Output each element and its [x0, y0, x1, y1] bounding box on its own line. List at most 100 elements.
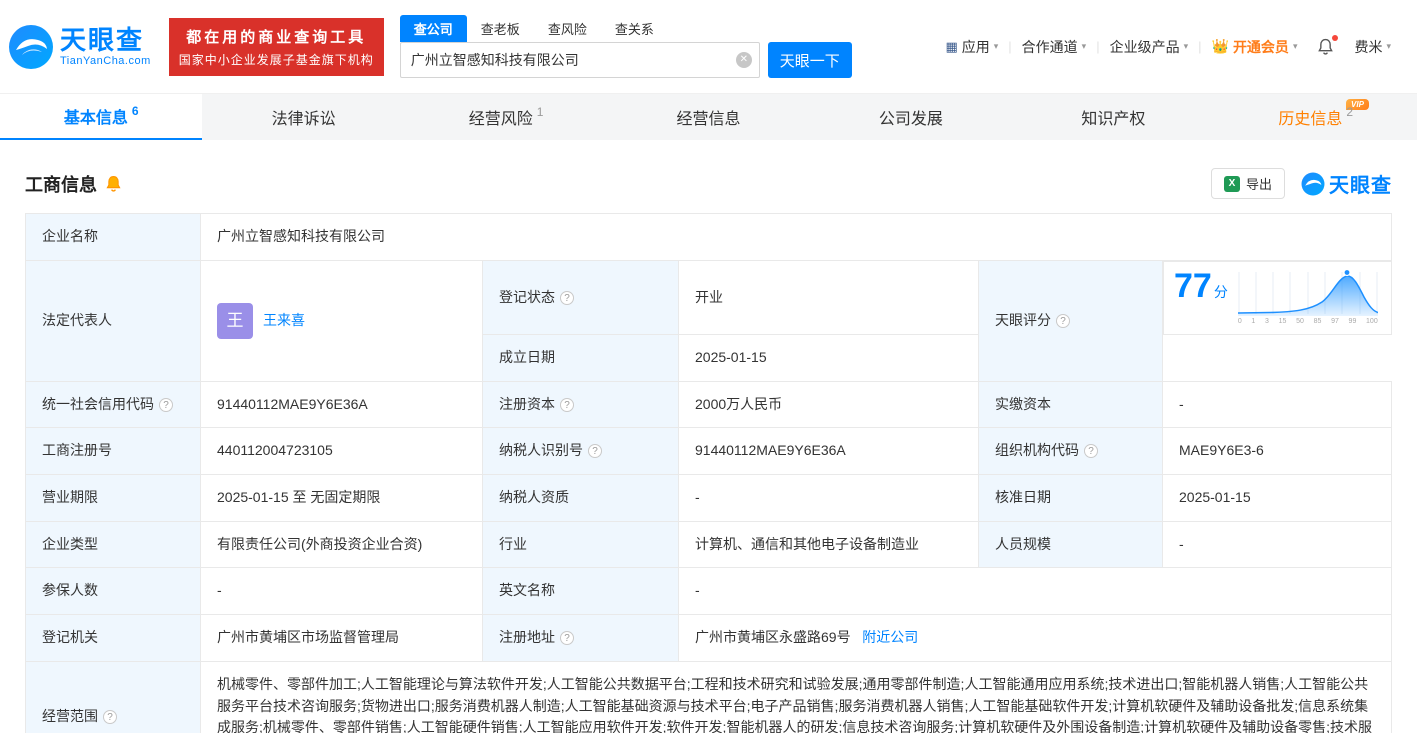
nav-vip-label: 开通会员	[1232, 38, 1289, 55]
score-cell: 77 分 0 1 3 15 50 85 97 99 100	[1163, 260, 1392, 335]
tab-company-development[interactable]: 公司发展	[810, 94, 1012, 140]
field-label: 经营范围?	[25, 660, 201, 733]
tianyancha-logo[interactable]: 天眼查 TianYanCha.com	[8, 24, 151, 70]
slogan-line2: 国家中小企业发展子基金旗下机构	[178, 52, 374, 67]
table-row: 营业期限 2025-01-15 至 无固定期限 纳税人资质 - 核准日期 202…	[25, 474, 1392, 522]
legal-rep-link[interactable]: 王来喜	[263, 310, 305, 332]
help-icon[interactable]: ?	[560, 631, 574, 646]
company-name-value: 广州立智感知科技有限公司	[200, 213, 1392, 261]
search-tab-risk[interactable]: 查风险	[534, 15, 601, 42]
chevron-down-icon: ▾	[1292, 41, 1298, 51]
tab-badge: 6	[131, 104, 139, 118]
tab-label: 知识产权	[1081, 111, 1146, 128]
nav-apps[interactable]: ▦ 应用 ▾	[935, 37, 1008, 57]
taxpayer-id-value: 91440112MAE9Y6E36A	[678, 427, 979, 476]
search-tab-boss[interactable]: 查老板	[467, 15, 534, 42]
table-row: 工商注册号 440112004723105 纳税人识别号? 91440112MA…	[25, 427, 1392, 476]
nav-cooperation-label: 合作通道	[1021, 38, 1078, 55]
help-icon[interactable]: ?	[588, 444, 602, 459]
company-type-value: 有限责任公司(外商投资企业合资)	[200, 520, 483, 569]
field-label: 英文名称	[482, 567, 679, 616]
help-icon[interactable]: ?	[103, 710, 117, 725]
search-button[interactable]: 天眼一下	[767, 42, 852, 78]
avatar: 王	[217, 302, 253, 339]
field-label: 参保人数	[25, 567, 201, 616]
reg-capital-value: 2000万人民币	[678, 380, 979, 429]
help-icon[interactable]: ?	[560, 397, 574, 412]
search-input[interactable]	[399, 42, 760, 78]
tab-history-info[interactable]: VIP 历史信息 2	[1215, 94, 1417, 140]
field-label: 行业	[482, 520, 679, 569]
reg-authority-value: 广州市黄埔区市场监督管理局	[200, 614, 483, 662]
watermark-brand: 天眼查	[1329, 175, 1392, 197]
nav-cooperation[interactable]: 合作通道 ▾	[1012, 37, 1097, 57]
reg-address-value: 广州市黄埔区永盛路69号	[695, 629, 851, 646]
taxpayer-quality-value: -	[678, 474, 979, 522]
score-unit: 分	[1213, 283, 1228, 300]
business-term-value: 2025-01-15 至 无固定期限	[200, 474, 483, 522]
main-content: 工商信息 X 导出 天眼查 企业名称 广州立智感知科技有限公司 法定代表人 王 …	[0, 168, 1417, 733]
tab-intellectual-property[interactable]: 知识产权	[1012, 94, 1214, 140]
field-label: 登记状态?	[482, 259, 679, 336]
nav-vip-membership[interactable]: 👑 开通会员 ▾	[1202, 37, 1308, 57]
notification-dot	[1332, 34, 1339, 41]
approval-date-value: 2025-01-15	[1162, 474, 1392, 522]
help-icon[interactable]: ?	[560, 290, 574, 305]
help-icon[interactable]: ?	[159, 397, 173, 412]
tianyancha-logo-icon	[9, 24, 53, 69]
field-label: 企业类型	[25, 520, 201, 569]
table-row: 参保人数 - 英文名称 -	[25, 567, 1392, 616]
export-label: 导出	[1245, 177, 1272, 192]
score-axis: 0 1 3 15 50 85 97 99 100	[1237, 317, 1378, 325]
nav-enterprise-label: 企业级产品	[1109, 38, 1180, 55]
help-icon[interactable]: ?	[1084, 444, 1098, 459]
top-nav: ▦ 应用 ▾ | 合作通道 ▾ | 企业级产品 ▾ | 👑 开通会员 ▾ 费米 …	[935, 34, 1401, 57]
chevron-down-icon: ▾	[1386, 41, 1391, 51]
search-tab-company[interactable]: 查公司	[399, 15, 467, 42]
reg-status-value: 开业	[678, 259, 979, 336]
excel-icon: X	[1223, 175, 1240, 192]
table-row: 登记机关 广州市黄埔区市场监督管理局 注册地址? 广州市黄埔区永盛路69号 附近…	[25, 614, 1392, 662]
table-row: 统一社会信用代码? 91440112MAE9Y6E36A 注册资本? 2000万…	[25, 380, 1392, 429]
clear-icon[interactable]: ✕	[735, 52, 752, 68]
table-row: 企业类型 有限责任公司(外商投资企业合资) 行业 计算机、通信和其他电子设备制造…	[25, 520, 1392, 569]
field-label: 核准日期	[978, 474, 1163, 522]
tab-legal-proceedings[interactable]: 法律诉讼	[202, 94, 404, 140]
export-button[interactable]: X 导出	[1210, 168, 1285, 199]
notification-bell[interactable]	[1307, 34, 1344, 56]
nav-apps-label: 应用	[961, 38, 990, 55]
field-label: 成立日期	[482, 334, 679, 382]
field-label: 法定代表人	[25, 259, 201, 382]
chevron-down-icon: ▾	[993, 41, 999, 51]
nearby-companies-link[interactable]: 附近公司	[862, 629, 918, 645]
field-label: 登记机关	[25, 614, 201, 662]
search-tabs: 查公司 查老板 查风险 查关系	[399, 15, 852, 42]
org-code-value: MAE9Y6E3-6	[1162, 427, 1392, 476]
logo-brand: 天眼查	[60, 24, 145, 55]
tab-basic-info[interactable]: 基本信息 6	[0, 94, 203, 140]
help-icon[interactable]: ?	[1056, 313, 1070, 328]
field-label: 实缴资本	[978, 380, 1163, 429]
nav-user-label: 费米	[1354, 38, 1383, 55]
bell-icon	[1318, 38, 1334, 55]
table-row: 经营范围? 机械零件、零部件加工;人工智能理论与算法软件开发;人工智能公共数据平…	[25, 660, 1392, 733]
industry-value: 计算机、通信和其他电子设备制造业	[678, 520, 979, 569]
field-label: 注册地址?	[482, 614, 679, 662]
search-tab-relation[interactable]: 查关系	[601, 15, 668, 42]
tab-label: 经营风险	[468, 111, 533, 128]
tab-operating-info[interactable]: 经营信息	[607, 94, 809, 140]
grid-icon: ▦	[945, 38, 958, 54]
nav-user-account[interactable]: 费米 ▾	[1344, 37, 1401, 57]
tab-operating-risk[interactable]: 经营风险 1	[405, 94, 607, 140]
tab-badge: 2	[1346, 105, 1354, 119]
field-label: 企业名称	[25, 213, 201, 261]
establish-date-value: 2025-01-15	[678, 334, 979, 382]
nav-enterprise-products[interactable]: 企业级产品 ▾	[1100, 37, 1199, 57]
field-label: 纳税人资质	[482, 474, 679, 522]
reg-address-cell: 广州市黄埔区永盛路69号 附近公司	[678, 614, 1392, 662]
insured-count-value: -	[200, 567, 483, 616]
staff-size-value: -	[1162, 520, 1392, 569]
tianyancha-watermark: 天眼查	[1301, 169, 1392, 198]
field-label: 统一社会信用代码?	[25, 380, 201, 429]
subscribe-bell-icon[interactable]	[105, 175, 122, 193]
